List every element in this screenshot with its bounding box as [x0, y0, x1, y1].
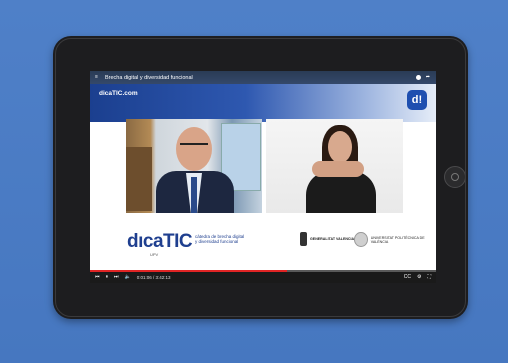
- sign-language-camera: [266, 119, 403, 213]
- gear-icon[interactable]: ⚙: [417, 275, 421, 280]
- site-label: dicaTIC.com: [99, 90, 138, 97]
- speaker-camera: [126, 119, 262, 213]
- fullscreen-icon[interactable]: ⛶: [427, 275, 431, 280]
- volume-icon[interactable]: 🔈: [125, 275, 131, 280]
- brand-sub: UPV: [150, 252, 159, 257]
- home-button-icon[interactable]: [444, 166, 466, 188]
- header-band: dicaTIC.com d!: [90, 84, 436, 122]
- footer-band: [90, 216, 436, 271]
- generalitat-label: GENERALITAT VALENCIANA: [310, 237, 360, 241]
- upv-label: UNIVERSITAT POLITÈCNICA DE VALÈNCIA: [370, 235, 425, 244]
- time-display: 0:01:06 / 3:42:13: [136, 275, 171, 280]
- brand-description: càtedra de brecha digital y diversidad f…: [195, 234, 245, 244]
- video-title[interactable]: Brecha digital y diversidad funcional: [105, 75, 193, 81]
- skip-forward-icon[interactable]: ⏭: [114, 275, 119, 280]
- video-area: [90, 122, 436, 216]
- upv-seal-icon: [354, 232, 368, 247]
- progress-fill: [90, 270, 288, 272]
- generalitat-logo: GENERALITAT VALENCIANA: [300, 232, 359, 246]
- video-title-bar: ≡ Brecha digital y diversidad funcional …: [90, 71, 436, 84]
- player-controls: ⏮ ⏸ ⏭ 🔈 0:01:06 / 3:42:13 CC ⚙ ⛶: [90, 272, 436, 283]
- clock-icon[interactable]: [415, 75, 421, 80]
- generalitat-icon: [300, 232, 307, 246]
- dicatic-brand: dıcaTIC: [127, 231, 193, 252]
- menu-icon[interactable]: ≡: [95, 74, 101, 81]
- dicatic-logo: d!: [407, 90, 427, 110]
- pause-icon[interactable]: ⏸: [106, 275, 109, 280]
- tablet-frame: ≡ Brecha digital y diversidad funcional …: [53, 36, 468, 319]
- captions-icon[interactable]: CC: [404, 275, 411, 280]
- upv-logo: UNIVERSITAT POLITÈCNICA DE VALÈNCIA: [354, 232, 436, 247]
- video-player[interactable]: ≡ Brecha digital y diversidad funcional …: [90, 71, 436, 283]
- progress-bar[interactable]: [90, 270, 436, 272]
- share-icon[interactable]: ➦: [426, 75, 430, 80]
- skip-back-icon[interactable]: ⏮: [95, 275, 100, 280]
